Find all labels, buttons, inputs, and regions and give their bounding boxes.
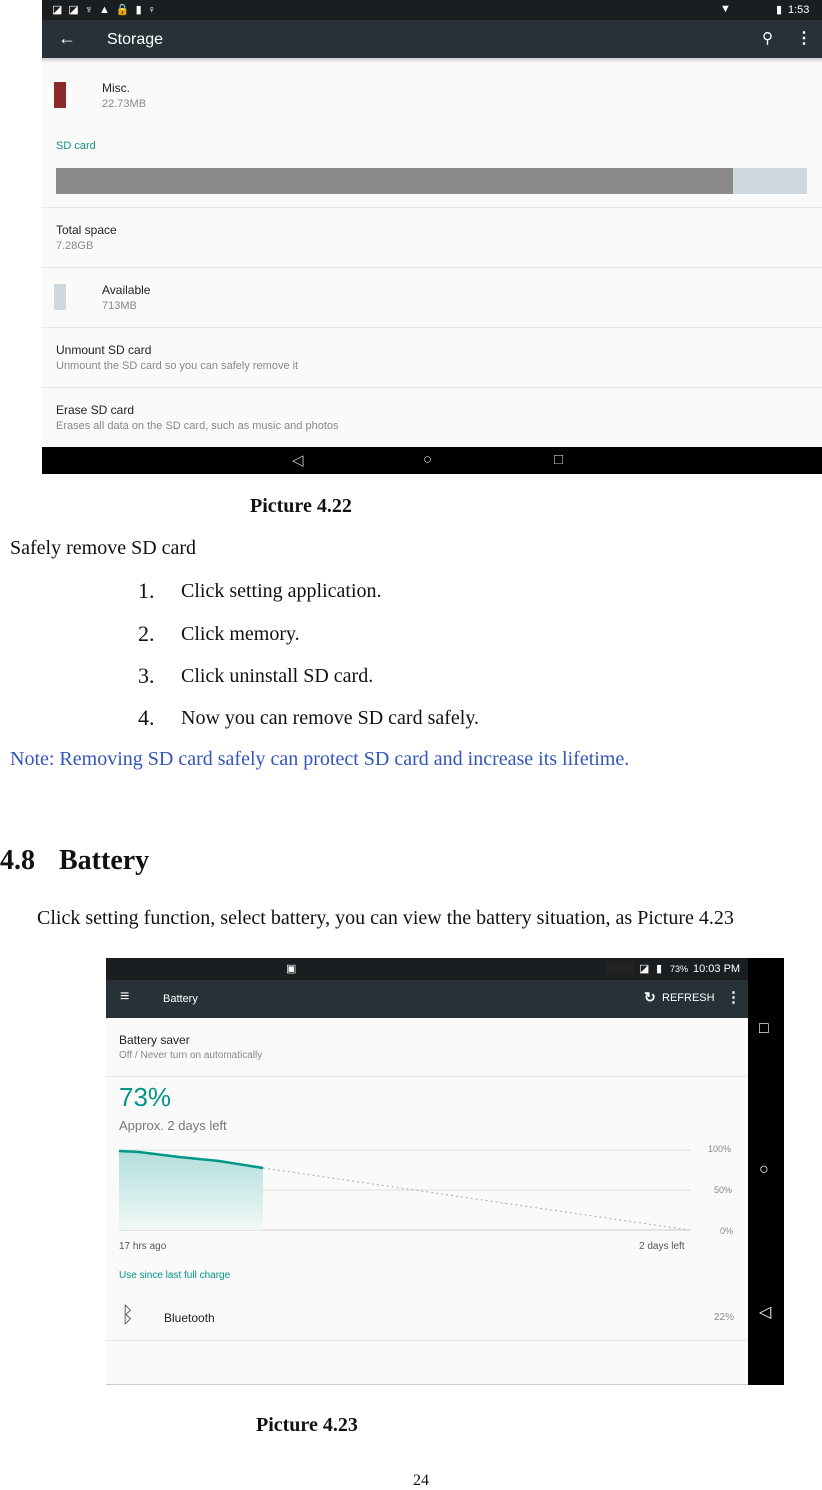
home-nav-icon[interactable]: ○ [759, 1161, 769, 1179]
battery-icon: ▮ [656, 963, 663, 975]
y-label-100: 100% [708, 1144, 732, 1154]
y-label-50: 50% [714, 1185, 733, 1195]
battery-estimate: Approx. 2 days left [119, 1118, 227, 1133]
sd-usage-bar [56, 168, 807, 194]
available-row: Available 713MB [42, 268, 822, 328]
toolbar: ← Storage ⚲ ⋮ [42, 20, 822, 58]
total-space-value: 7.28GB [56, 240, 94, 252]
no-sim-icon: ◪ [639, 963, 650, 975]
step-number: 4. [138, 705, 155, 730]
battery-history-chart [119, 1149, 691, 1231]
nav-bar: □ ○ ◁ [748, 958, 784, 1385]
bluetooth-usage: 22% [714, 1312, 735, 1323]
search-icon[interactable]: ⚲ [762, 29, 773, 47]
toolbar: ≡ Battery ↻ REFRESH ⋮ [106, 980, 748, 1018]
battery-screenshot: ▣ ◪ ▮ 73% 10:03 PM ≡ Battery ↻ REFRESH ⋮… [106, 958, 784, 1385]
x-label-end: 2 days left [639, 1241, 685, 1252]
heading-number: 4.8 [0, 845, 35, 876]
step-text: Click memory. [181, 623, 300, 645]
refresh-icon[interactable]: ↻ [644, 989, 656, 1006]
battery-prediction-line [262, 1167, 690, 1231]
recents-nav-icon[interactable]: □ [554, 451, 563, 468]
step-number: 3. [138, 663, 155, 688]
status-bar: ▣ ◪ ▮ 73% 10:03 PM [106, 958, 748, 980]
available-swatch [54, 284, 66, 310]
more-options-icon[interactable]: ⋮ [726, 988, 741, 1006]
bluetooth-row[interactable]: ᛒ Bluetooth 22% [106, 1294, 748, 1341]
battery-saver-label: Battery saver [119, 1033, 190, 1047]
unmount-desc: Unmount the SD card so you can safely re… [56, 360, 299, 372]
notification-icons: ◪◪♆▲🔒▮♀ [52, 4, 162, 16]
total-space-label: Total space [56, 223, 117, 237]
misc-size: 22.73MB [102, 98, 147, 110]
status-time: 1:53 [788, 4, 810, 16]
back-nav-icon[interactable]: ◁ [759, 1302, 771, 1322]
sd-card-header: SD card [56, 140, 96, 152]
battery-history-area [119, 1151, 263, 1230]
erase-desc: Erases all data on the SD card, such as … [56, 420, 339, 432]
bluetooth-label: Bluetooth [164, 1311, 215, 1325]
step-text: Click setting application. [181, 580, 382, 602]
status-time: 10:03 PM [693, 963, 741, 975]
page-number: 24 [413, 1472, 429, 1489]
total-space-row: Total space 7.28GB [42, 208, 822, 268]
page-title: Storage [107, 31, 164, 48]
unmount-label: Unmount SD card [56, 343, 152, 357]
step-text: Now you can remove SD card safely. [181, 707, 480, 729]
unmount-sd-row[interactable]: Unmount SD card Unmount the SD card so y… [42, 328, 822, 388]
image-notification-icon: ▣ [286, 963, 297, 975]
available-value: 713MB [102, 300, 137, 312]
erase-sd-row[interactable]: Erase SD card Erases all data on the SD … [42, 388, 822, 447]
section-heading: 4.8 Battery [0, 845, 149, 877]
step-number: 2. [138, 621, 155, 646]
bluetooth-icon: ᛒ [121, 1302, 135, 1327]
battery-icon: ▮ [776, 4, 783, 16]
misc-label: Misc. [102, 81, 130, 95]
back-arrow-icon[interactable]: ← [58, 28, 76, 49]
more-options-icon[interactable]: ⋮ [796, 28, 812, 48]
battery-percent: 73% [119, 1082, 172, 1112]
use-since-header: Use since last full charge [119, 1270, 231, 1281]
status-battery: 73% [670, 964, 689, 974]
paragraph: Click setting function, select battery, … [37, 907, 734, 929]
step-number: 1. [138, 578, 155, 603]
note: Note: Removing SD card safely can protec… [10, 748, 630, 770]
recents-nav-icon[interactable]: □ [759, 1020, 769, 1038]
x-label-start: 17 hrs ago [119, 1241, 167, 1252]
section-intro: Safely remove SD card [10, 537, 197, 559]
battery-saver-desc: Off / Never turn on automatically [119, 1050, 263, 1061]
refresh-button[interactable]: REFRESH [662, 992, 715, 1004]
nav-bar: ◁ ○ □ [42, 447, 822, 474]
misc-row[interactable]: Misc. 22.73MB [42, 66, 822, 134]
available-label: Available [102, 283, 151, 297]
wifi-icon: ▼ [720, 3, 731, 15]
erase-label: Erase SD card [56, 403, 135, 417]
step-text: Click uninstall SD card. [181, 665, 374, 687]
heading-title: Battery [59, 845, 150, 876]
caption-picture-4-22: Picture 4.22 [250, 495, 352, 517]
back-nav-icon[interactable]: ◁ [292, 451, 304, 469]
home-nav-icon[interactable]: ○ [423, 451, 432, 468]
sd-usage-fill [56, 168, 734, 194]
y-label-0: 0% [720, 1226, 734, 1236]
menu-icon[interactable]: ≡ [120, 988, 129, 1006]
caption-picture-4-23: Picture 4.23 [256, 1414, 358, 1436]
status-bar: ◪◪♆▲🔒▮♀ ▼ ▮ 1:53 [42, 0, 822, 20]
misc-color-swatch [54, 82, 66, 108]
storage-screenshot: ◪◪♆▲🔒▮♀ ▼ ▮ 1:53 ← Storage ⚲ ⋮ Misc. 22.… [42, 0, 822, 474]
page-title: Battery [163, 993, 198, 1005]
battery-saver-row[interactable]: Battery saver Off / Never turn on automa… [106, 1020, 748, 1077]
